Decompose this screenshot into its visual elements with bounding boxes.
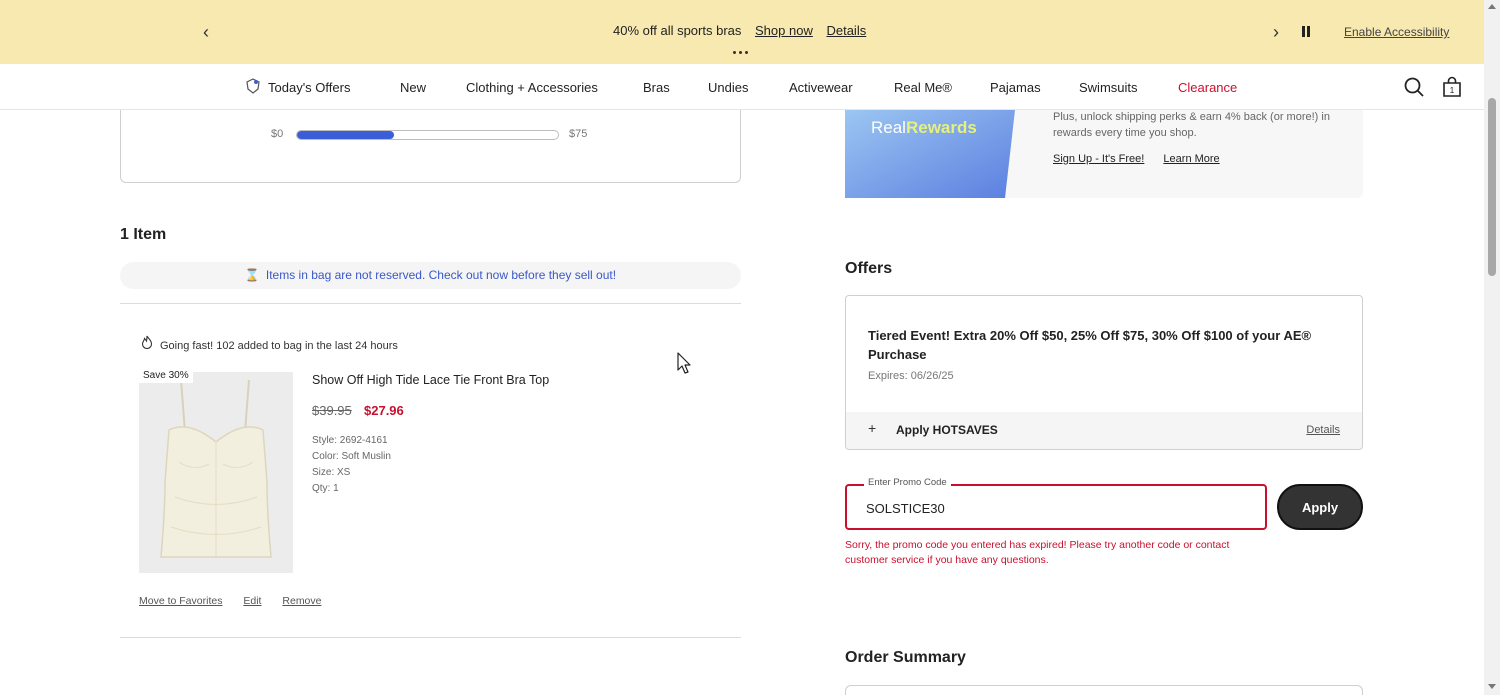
- reserve-notice-text: Items in bag are not reserved. Check out…: [265, 268, 617, 282]
- promo-code-input[interactable]: [866, 496, 1256, 520]
- shipping-progress-card: [120, 110, 741, 183]
- product-color: Color: Soft Muslin: [312, 451, 391, 462]
- nav-activewear[interactable]: Activewear: [789, 80, 853, 95]
- product-size: Size: XS: [312, 467, 351, 478]
- edit-item-link[interactable]: Edit: [243, 595, 261, 607]
- real-rewards-logo: RealRewards: [845, 110, 1015, 198]
- promo-banner: ‹ 40% off all sports bras Shop now Detai…: [0, 0, 1484, 64]
- product-attributes: Style: 2692-4161 Color: Soft Muslin Size…: [312, 433, 391, 497]
- nav-real-me[interactable]: Real Me®: [894, 80, 952, 95]
- move-to-favorites-link[interactable]: Move to Favorites: [139, 595, 222, 607]
- divider: [120, 303, 741, 304]
- product-qty: Qty: 1: [312, 483, 339, 494]
- nav-swimsuits[interactable]: Swimsuits: [1079, 80, 1138, 95]
- pause-icon[interactable]: [1298, 24, 1314, 40]
- order-summary-heading: Order Summary: [845, 649, 966, 666]
- product-style: Style: 2692-4161: [312, 435, 388, 446]
- sale-price: $27.96: [364, 403, 404, 418]
- product-image[interactable]: [139, 372, 293, 573]
- nav-pajamas[interactable]: Pajamas: [990, 80, 1041, 95]
- tag-icon: [246, 78, 260, 94]
- mouse-cursor-icon: [677, 352, 691, 374]
- remove-item-link[interactable]: Remove: [282, 595, 321, 607]
- offer-card: Tiered Event! Extra 20% Off $50, 25% Off…: [845, 295, 1363, 450]
- progress-min-label: $0: [271, 128, 284, 140]
- promo-message: 40% off all sports bras Shop now Details: [613, 23, 866, 38]
- apply-offer-row[interactable]: + Apply HOTSAVES Details: [846, 412, 1362, 449]
- going-fast-text: Going fast! 102 added to bag in the last…: [160, 340, 398, 352]
- promo-details-link[interactable]: Details: [826, 23, 866, 38]
- rewards-description: Plus, unlock shipping perks & earn 4% ba…: [1053, 111, 1330, 139]
- offer-expiry: Expires: 06/26/25: [868, 370, 954, 382]
- sign-up-link[interactable]: Sign Up - It's Free!: [1053, 153, 1144, 165]
- progress-max-label: $75: [569, 128, 588, 140]
- cart-item-count: 1 Item: [120, 226, 167, 243]
- plus-icon[interactable]: +: [868, 420, 876, 436]
- search-icon[interactable]: [1403, 76, 1425, 98]
- item-actions: Move to Favorites Edit Remove: [139, 595, 340, 607]
- promo-code-label: Enter Promo Code: [864, 477, 951, 488]
- order-summary-card: [845, 685, 1363, 695]
- enable-accessibility-link[interactable]: Enable Accessibility: [1344, 25, 1449, 39]
- nav-clearance[interactable]: Clearance: [1178, 80, 1237, 95]
- progress-fill: [297, 131, 394, 139]
- hourglass-icon: ⌛: [244, 268, 260, 282]
- nav-undies[interactable]: Undies: [708, 80, 748, 95]
- scroll-up-icon[interactable]: [1488, 4, 1496, 9]
- nav-new[interactable]: New: [400, 80, 426, 95]
- scrollbar-thumb[interactable]: [1488, 98, 1496, 276]
- nav-clothing-accessories[interactable]: Clothing + Accessories: [466, 80, 598, 95]
- svg-text:RealRewards: RealRewards: [871, 118, 977, 137]
- shop-now-link[interactable]: Shop now: [755, 23, 813, 38]
- divider: [120, 637, 741, 638]
- offer-details-link[interactable]: Details: [1306, 424, 1340, 436]
- carousel-dots: [733, 51, 748, 54]
- bag-count: 1: [1450, 86, 1455, 95]
- flame-icon: [141, 335, 153, 349]
- rewards-links: Sign Up - It's Free! Learn More: [1053, 153, 1236, 165]
- shopping-bag-icon[interactable]: 1: [1441, 76, 1463, 98]
- page-scrollbar[interactable]: [1484, 0, 1500, 695]
- offer-title: Tiered Event! Extra 20% Off $50, 25% Off…: [868, 328, 1312, 362]
- chevron-left-icon[interactable]: ‹: [194, 20, 218, 44]
- promo-text: 40% off all sports bras: [613, 23, 742, 38]
- apply-offer-button[interactable]: Apply HOTSAVES: [896, 423, 998, 437]
- promo-error-message: Sorry, the promo code you entered has ex…: [845, 539, 1230, 566]
- save-badge: Save 30%: [139, 368, 193, 383]
- reserve-notice: ⌛ Items in bag are not reserved. Check ou…: [120, 262, 741, 289]
- main-nav: Today's Offers New Clothing + Accessorie…: [0, 64, 1484, 110]
- apply-promo-button[interactable]: Apply: [1277, 484, 1363, 530]
- original-price: $39.95: [312, 403, 352, 418]
- scroll-down-icon[interactable]: [1488, 684, 1496, 689]
- nav-todays-offers[interactable]: Today's Offers: [268, 80, 350, 95]
- nav-bras[interactable]: Bras: [643, 80, 670, 95]
- going-fast-notice: Going fast! 102 added to bag in the last…: [140, 335, 398, 352]
- offers-heading: Offers: [845, 260, 893, 277]
- shipping-progress-bar: [296, 130, 559, 140]
- learn-more-link[interactable]: Learn More: [1163, 153, 1219, 165]
- chevron-right-icon[interactable]: ›: [1264, 20, 1288, 44]
- product-name[interactable]: Show Off High Tide Lace Tie Front Bra To…: [312, 373, 549, 387]
